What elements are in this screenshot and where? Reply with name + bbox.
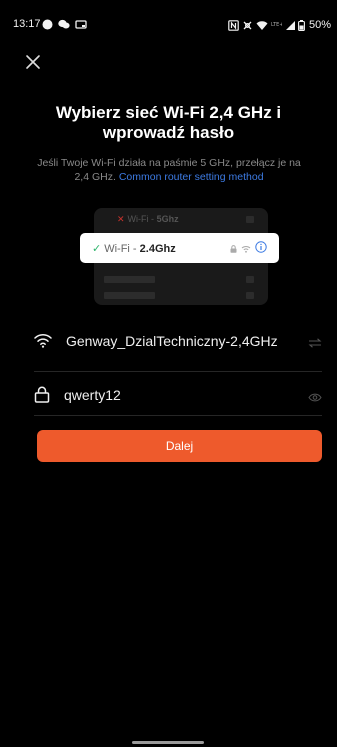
close-icon bbox=[26, 55, 40, 69]
info-icon bbox=[255, 240, 267, 258]
illustration-5ghz-row: ✕ Wi-Fi - 5Ghz bbox=[117, 214, 179, 224]
chat-icon bbox=[58, 19, 70, 30]
status-icons-left bbox=[42, 19, 87, 30]
lte-icon: LTE+ bbox=[271, 20, 282, 31]
vibrate-icon bbox=[242, 20, 253, 31]
wifi-setup-screen: 13:17 LTE+ 50% Wybierz sieć Wi-Fi 2,4 GH… bbox=[0, 0, 337, 747]
illustration-placeholder bbox=[246, 276, 254, 283]
status-time: 13:17 bbox=[13, 18, 41, 30]
next-button[interactable]: Dalej bbox=[37, 430, 322, 462]
status-icons-right: LTE+ 50% bbox=[228, 19, 331, 31]
wifi-icon bbox=[34, 333, 52, 353]
toggle-password-visibility[interactable] bbox=[308, 389, 322, 407]
battery-percent: 50% bbox=[308, 19, 331, 31]
eye-icon bbox=[308, 393, 322, 402]
illustration-placeholder bbox=[104, 276, 155, 283]
lock-icon bbox=[230, 240, 237, 258]
status-bar: 13:17 LTE+ 50% bbox=[0, 18, 337, 32]
illustration-24ghz-icons bbox=[230, 240, 267, 258]
router-setting-link[interactable]: Common router setting method bbox=[119, 171, 264, 183]
password-field[interactable]: qwerty12 bbox=[34, 372, 322, 416]
signal-icon bbox=[285, 20, 295, 31]
home-indicator[interactable] bbox=[132, 741, 204, 744]
record-icon bbox=[42, 19, 53, 30]
password-value: qwerty12 bbox=[64, 387, 121, 403]
page-title: Wybierz sieć Wi-Fi 2,4 GHz i wprowadź ha… bbox=[55, 103, 282, 142]
switch-icon bbox=[308, 338, 322, 348]
wifi-icon bbox=[241, 240, 251, 258]
close-button[interactable] bbox=[24, 53, 42, 71]
illustration-placeholder bbox=[246, 292, 254, 299]
illustration-placeholder bbox=[246, 216, 254, 223]
page-subtitle: Jeśli Twoje Wi-Fi działa na paśmie 5 GHz… bbox=[37, 157, 301, 183]
lock-icon bbox=[34, 386, 50, 408]
wifi-name-field[interactable]: Genway_DzialTechniczny-2,4GHz bbox=[34, 331, 322, 372]
wifi-name-value: Genway_DzialTechniczny-2,4GHz bbox=[66, 333, 278, 349]
cross-icon: ✕ bbox=[117, 214, 125, 224]
battery-icon bbox=[298, 19, 305, 31]
svg-text:LTE+: LTE+ bbox=[271, 22, 282, 28]
wifi-status-icon bbox=[256, 20, 268, 31]
check-icon: ✓ bbox=[92, 243, 102, 255]
screen-cast-icon bbox=[75, 19, 87, 30]
nfc-icon bbox=[228, 19, 239, 31]
illustration-24ghz-row: ✓ Wi-Fi - 2.4Ghz bbox=[92, 243, 176, 255]
switch-network-button[interactable] bbox=[308, 335, 322, 353]
illustration-placeholder bbox=[104, 292, 155, 299]
